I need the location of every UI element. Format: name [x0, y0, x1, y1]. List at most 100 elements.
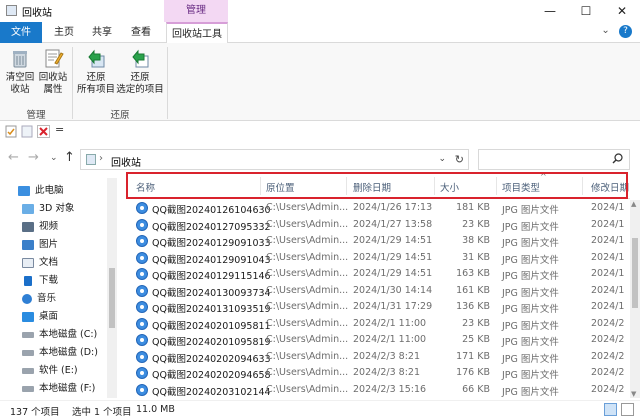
- group-label-manage: 管理: [26, 110, 46, 121]
- search-box[interactable]: [478, 149, 630, 170]
- breadcrumb-separator: ›: [99, 153, 103, 164]
- new-folder-icon[interactable]: [21, 125, 34, 138]
- image-file-icon: [136, 350, 148, 363]
- search-icon[interactable]: [612, 153, 623, 167]
- empty-bin-label-1: 清空回: [5, 72, 35, 83]
- nav-item-drive-c[interactable]: 本地磁盘 (C:): [22, 325, 97, 344]
- cell-name: QQ截图20240127095332: [152, 221, 271, 233]
- file-list-scrollbar[interactable]: ▲ ▼: [630, 200, 640, 398]
- image-file-icon: [136, 284, 148, 297]
- file-row[interactable]: QQ截图20240202094633 C:\Users\Admin... 2024/…: [126, 349, 630, 365]
- cell-size: 66 KB: [462, 383, 490, 395]
- file-row[interactable]: QQ截图20240129091043 C:\Users\Admin... 2024/…: [126, 250, 630, 266]
- address-bar[interactable]: › 回收站 ⌄ ↻: [80, 149, 469, 170]
- file-row[interactable]: QQ截图20240201095819 C:\Users\Admin... 2024/…: [126, 332, 630, 348]
- back-icon[interactable]: ←: [8, 150, 19, 165]
- restore-all-button[interactable]: 还原 所有项目: [76, 47, 116, 96]
- up-icon[interactable]: ↑: [64, 150, 75, 165]
- properties-check-icon[interactable]: [5, 125, 18, 138]
- restore-selected-button[interactable]: 还原 选定的项目: [116, 47, 164, 96]
- forward-icon[interactable]: →: [28, 150, 39, 165]
- breadcrumb-recycle-bin[interactable]: 回收站: [111, 154, 141, 169]
- nav-item-3d-objects[interactable]: 3D 对象: [22, 199, 74, 218]
- help-icon[interactable]: ?: [619, 25, 632, 38]
- title-bar: 回收站 管理 — ☐ ✕: [0, 0, 640, 22]
- nav-item-downloads[interactable]: 下载: [22, 271, 58, 290]
- nav-item-desktop[interactable]: 桌面: [22, 307, 58, 326]
- computer-icon: [18, 185, 30, 196]
- maximize-button[interactable]: ☐: [568, 2, 604, 20]
- cell-deleted: 2024/2/1 11:00: [353, 334, 427, 345]
- cell-name: QQ截图20240129091043: [152, 254, 271, 266]
- file-row[interactable]: QQ截图20240126104630 C:\Users\Admin... 2024/…: [126, 200, 630, 216]
- search-input[interactable]: [481, 152, 609, 167]
- tab-home[interactable]: 主页: [46, 22, 82, 43]
- cell-modified: 2024/1: [591, 301, 625, 312]
- cell-orig: C:\Users\Admin...: [266, 202, 349, 213]
- details-view-icon[interactable]: [604, 403, 617, 416]
- file-row[interactable]: QQ截图20240201095811 C:\Users\Admin... 2024/…: [126, 316, 630, 332]
- context-tab-manage[interactable]: 管理: [164, 0, 228, 22]
- drive-icon: [22, 367, 34, 374]
- item-count: 137 个项目: [10, 407, 60, 418]
- nav-item-drive-d[interactable]: 本地磁盘 (D:): [22, 343, 98, 362]
- ribbon: 清空回 收站 回收站 属性 还原 所有项目 还原 选定的项目 管理 还原: [0, 43, 640, 121]
- music-icon: [22, 293, 32, 304]
- cell-size: 176 KB: [456, 367, 490, 378]
- address-dropdown-icon[interactable]: ⌄: [438, 154, 446, 164]
- nav-item-videos[interactable]: 视频: [22, 217, 58, 236]
- explorer-window: 回收站 管理 — ☐ ✕ 文件 主页 共享 查看 回收站工具 ⌄ ? 清空回 收…: [0, 0, 640, 418]
- tab-view[interactable]: 查看: [122, 22, 160, 43]
- empty-recycle-bin-button[interactable]: 清空回 收站: [4, 47, 36, 96]
- nav-item-this-pc[interactable]: 此电脑: [18, 181, 64, 200]
- nav-item-documents[interactable]: 文档: [22, 253, 58, 272]
- nav-item-pictures[interactable]: 图片: [22, 235, 58, 254]
- cell-modified: 2024/1: [591, 284, 625, 296]
- file-row[interactable]: QQ截图20240131093519 C:\Users\Admin... 2024/…: [126, 299, 630, 315]
- scroll-down-icon[interactable]: ▼: [631, 390, 636, 398]
- cell-modified: 2024/2: [591, 367, 625, 378]
- nav-item-drive-f[interactable]: 本地磁盘 (F:): [22, 379, 95, 398]
- cell-deleted: 2024/1/31 17:29: [353, 301, 433, 312]
- qat-dropdown-icon[interactable]: =: [55, 123, 68, 136]
- nav-item-drive-e[interactable]: 软件 (E:): [22, 361, 78, 380]
- file-row[interactable]: QQ截图20240130093734 C:\Users\Admin... 2024/…: [126, 283, 630, 299]
- close-button[interactable]: ✕: [604, 2, 640, 20]
- selected-count: 选中 1 个项目: [72, 407, 132, 418]
- restore-selected-icon: [129, 47, 151, 69]
- file-row[interactable]: QQ截图20240129091033 C:\Users\Admin... 2024/…: [126, 233, 630, 249]
- nav-scrollbar[interactable]: [107, 178, 117, 398]
- scroll-up-icon[interactable]: ▲: [631, 200, 636, 208]
- cell-name: QQ截图20240202094633: [152, 353, 271, 365]
- cell-deleted: 2024/2/3 8:21: [353, 350, 421, 362]
- nav-item-music[interactable]: 音乐: [22, 289, 56, 308]
- recent-locations-icon[interactable]: ⌄: [50, 153, 58, 163]
- cell-deleted: 2024/1/29 14:51: [353, 235, 433, 246]
- nav-scrollbar-thumb[interactable]: [109, 268, 115, 328]
- documents-icon: [22, 257, 34, 268]
- file-row[interactable]: QQ截图20240203102144 C:\Users\Admin... 2024/…: [126, 382, 630, 398]
- cell-type: JPG 图片文件: [502, 304, 559, 315]
- cell-deleted: 2024/1/29 14:51: [353, 251, 433, 263]
- cell-size: 25 KB: [462, 334, 490, 345]
- tab-recycle-bin-tools[interactable]: 回收站工具: [166, 22, 228, 44]
- cell-orig: C:\Users\Admin...: [266, 301, 349, 312]
- recycle-bin-properties-button[interactable]: 回收站 属性: [36, 47, 70, 96]
- delete-icon[interactable]: [37, 125, 50, 138]
- tab-file[interactable]: 文件: [0, 22, 42, 43]
- refresh-icon[interactable]: ↻: [455, 153, 464, 166]
- file-row[interactable]: QQ截图20240127095332 C:\Users\Admin... 2024/…: [126, 217, 630, 233]
- large-icons-view-icon[interactable]: [621, 403, 634, 416]
- cell-orig: C:\Users\Admin...: [266, 350, 349, 362]
- recycle-bin-small-icon: [86, 154, 96, 165]
- cell-orig: C:\Users\Admin...: [266, 334, 349, 345]
- file-row[interactable]: QQ截图20240129115146 C:\Users\Admin... 2024/…: [126, 266, 630, 282]
- file-list: ^ 名称 原位置 删除日期 大小 项目类型 修改日期 QQ截图202401261…: [126, 173, 630, 398]
- ribbon-collapse-icon[interactable]: ⌄: [601, 25, 609, 36]
- nav-label: 3D 对象: [39, 203, 75, 214]
- file-list-scrollbar-thumb[interactable]: [632, 238, 638, 308]
- tab-share[interactable]: 共享: [84, 22, 120, 43]
- minimize-button[interactable]: —: [532, 2, 568, 20]
- address-row: ← → ⌄ ↑ › 回收站 ⌄ ↻: [0, 146, 640, 172]
- file-row[interactable]: QQ截图20240202094658 C:\Users\Admin... 2024/…: [126, 365, 630, 381]
